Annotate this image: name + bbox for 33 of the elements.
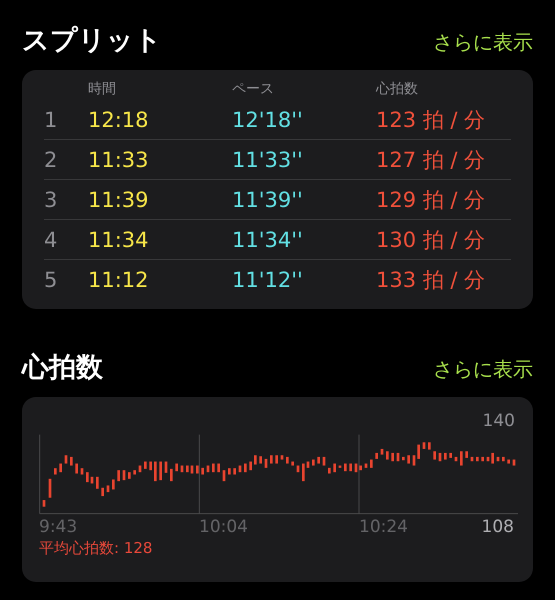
split-pace: 11'39'' xyxy=(232,188,304,212)
split-number: 3 xyxy=(44,188,58,212)
split-time: 11:39 xyxy=(88,188,150,212)
axis-min-label: 108 xyxy=(482,517,514,537)
split-number: 1 xyxy=(44,108,58,132)
column-header: 心拍数 xyxy=(376,80,419,98)
time-axis-label: 10:04 xyxy=(199,517,249,537)
split-heart-rate: 129 拍 / 分 xyxy=(376,186,486,214)
show-more-link[interactable]: さらに表示 xyxy=(433,29,533,56)
split-heart-rate: 123 拍 / 分 xyxy=(376,106,486,134)
split-time: 11:12 xyxy=(88,268,150,292)
axis-max-label: 140 xyxy=(482,411,516,433)
split-pace: 11'34'' xyxy=(232,228,304,252)
split-number: 5 xyxy=(44,268,58,292)
split-time: 11:34 xyxy=(88,228,150,252)
column-header: ペース xyxy=(232,80,275,98)
split-pace: 11'33'' xyxy=(232,148,304,172)
split-heart-rate: 130 拍 / 分 xyxy=(376,226,486,254)
section-title: 心拍数 xyxy=(22,351,103,385)
split-heart-rate: 133 拍 / 分 xyxy=(376,266,486,294)
split-number: 4 xyxy=(44,228,58,252)
show-more-link[interactable]: さらに表示 xyxy=(433,356,533,383)
split-time: 11:33 xyxy=(88,148,150,172)
section-title: スプリット xyxy=(22,24,162,58)
split-pace: 11'12'' xyxy=(232,268,304,292)
column-header: 時間 xyxy=(88,80,117,98)
average-heart-rate: 平均心拍数: 128 xyxy=(39,539,154,558)
split-heart-rate: 127 拍 / 分 xyxy=(376,146,486,174)
split-number: 2 xyxy=(44,148,58,172)
time-axis-label: 9:43 xyxy=(39,517,78,537)
split-time: 12:18 xyxy=(88,108,150,132)
time-axis-label: 10:24 xyxy=(359,517,408,537)
split-pace: 12'18'' xyxy=(232,108,304,132)
